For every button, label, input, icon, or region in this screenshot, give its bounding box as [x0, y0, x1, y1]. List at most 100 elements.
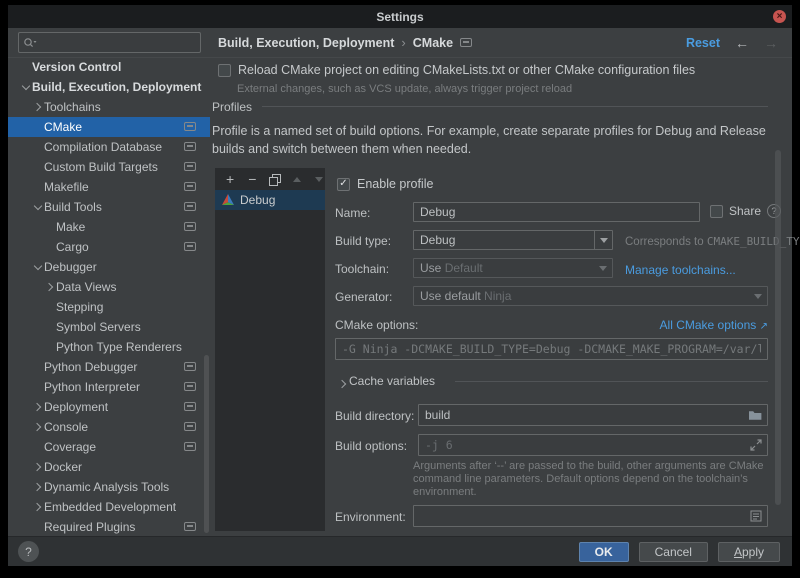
chevron-down-icon[interactable] [32, 197, 44, 217]
build-options-input[interactable] [419, 435, 750, 455]
external-link-icon: ↗ [760, 321, 768, 332]
breadcrumb-parent[interactable]: Build, Execution, Deployment [218, 36, 394, 50]
sidebar-item-label: Toolchains [44, 100, 101, 114]
generator-value: Ninja [484, 289, 511, 303]
sidebar-item-label: Embedded Development [44, 500, 176, 514]
cmake-options-label: CMake options: [335, 318, 418, 332]
sidebar-item-toolchains[interactable]: Toolchains [8, 97, 210, 117]
share-checkbox[interactable]: ✓ [710, 205, 723, 218]
chevron-spacer [32, 377, 44, 397]
search-icon [23, 37, 37, 49]
remove-profile-button[interactable]: − [246, 172, 258, 186]
sidebar-item-build-tools[interactable]: Build Tools [8, 197, 210, 217]
manage-toolchains-link[interactable]: Manage toolchains... [625, 263, 736, 277]
all-cmake-options-link[interactable]: All CMake options ↗ [660, 318, 768, 332]
sidebar-item-version-control[interactable]: Version Control [8, 57, 210, 77]
profiles-description: Profile is a named set of build options.… [212, 122, 778, 158]
name-label: Name: [335, 206, 370, 220]
sidebar-item-console[interactable]: Console [8, 417, 210, 437]
sidebar-item-label: Make [56, 220, 85, 234]
sidebar-item-python-debugger[interactable]: Python Debugger [8, 357, 210, 377]
profiles-panel: + − Debug [215, 168, 325, 531]
screen-icon [184, 182, 196, 191]
environment-variables-icon[interactable] [750, 510, 762, 522]
sidebar-item-label: Data Views [56, 280, 116, 294]
sidebar-item-label: Compilation Database [44, 140, 162, 154]
cache-variables-toggle[interactable]: Cache variables [337, 374, 435, 388]
chevron-down-icon[interactable] [32, 257, 44, 277]
build-type-label: Build type: [335, 234, 391, 248]
sidebar-item-build-execution-deployment[interactable]: Build, Execution, Deployment [8, 77, 210, 97]
sidebar-item-label: Dynamic Analysis Tools [44, 480, 169, 494]
build-directory-input[interactable] [419, 405, 748, 425]
sidebar-item-compilation-database[interactable]: Compilation Database [8, 137, 210, 157]
sidebar-scrollbar[interactable] [204, 355, 209, 533]
search-input[interactable] [39, 36, 196, 50]
sidebar-item-label: Deployment [44, 400, 108, 414]
sidebar-item-label: CMake [44, 120, 82, 134]
profile-list-item-debug[interactable]: Debug [215, 190, 325, 210]
chevron-down-icon[interactable] [20, 77, 32, 97]
sidebar-item-required-plugins[interactable]: Required Plugins [8, 517, 210, 536]
sidebar-item-coverage[interactable]: Coverage [8, 437, 210, 457]
chevron-right-icon[interactable] [32, 397, 44, 417]
chevron-right-icon[interactable] [32, 97, 44, 117]
toolchain-select[interactable]: Use Default [413, 258, 613, 278]
sidebar-item-embedded-development[interactable]: Embedded Development [8, 497, 210, 517]
environment-input[interactable] [414, 506, 750, 526]
sidebar-item-python-type-renderers[interactable]: Python Type Renderers [8, 337, 210, 357]
reset-button[interactable]: Reset [686, 36, 720, 50]
folder-icon[interactable] [748, 409, 762, 421]
chevron-spacer [44, 297, 56, 317]
generator-select[interactable]: Use default Ninja [413, 286, 768, 306]
forward-arrow-icon: → [764, 35, 778, 51]
sidebar-item-docker[interactable]: Docker [8, 457, 210, 477]
sidebar-item-custom-build-targets[interactable]: Custom Build Targets [8, 157, 210, 177]
apply-button[interactable]: Apply [718, 542, 780, 562]
sidebar-item-label: Makefile [44, 180, 89, 194]
sidebar-item-label: Required Plugins [44, 520, 135, 534]
cmake-build-type-code: CMAKE_BUILD_TYPE [707, 235, 800, 248]
sidebar-item-symbol-servers[interactable]: Symbol Servers [8, 317, 210, 337]
add-profile-button[interactable]: + [224, 172, 236, 186]
expand-icon[interactable] [750, 439, 762, 451]
chevron-spacer [44, 217, 56, 237]
arrow-down-icon [315, 177, 323, 182]
close-icon[interactable]: × [773, 10, 786, 23]
sidebar-item-cargo[interactable]: Cargo [8, 237, 210, 257]
profiles-toolbar: + − [215, 168, 325, 188]
reload-cmake-checkbox[interactable]: ✓ [218, 64, 231, 77]
sidebar-item-debugger[interactable]: Debugger [8, 257, 210, 277]
chevron-spacer [44, 237, 56, 257]
help-button[interactable]: ? [18, 541, 39, 562]
chevron-right-icon [337, 374, 349, 388]
screen-icon [184, 522, 196, 531]
chevron-right-icon[interactable] [32, 497, 44, 517]
enable-profile-checkbox[interactable]: ✓ [337, 178, 350, 191]
sidebar-item-stepping[interactable]: Stepping [8, 297, 210, 317]
cmake-options-input[interactable] [336, 339, 767, 359]
chevron-right-icon[interactable] [44, 277, 56, 297]
cancel-button[interactable]: Cancel [639, 542, 708, 562]
sidebar-item-label: Custom Build Targets [44, 160, 158, 174]
back-arrow-icon[interactable]: ← [735, 35, 749, 51]
sidebar-item-makefile[interactable]: Makefile [8, 177, 210, 197]
ok-button[interactable]: OK [579, 542, 629, 562]
copy-profile-button[interactable] [268, 172, 280, 186]
sidebar-item-data-views[interactable]: Data Views [8, 277, 210, 297]
chevron-spacer [32, 137, 44, 157]
chevron-right-icon[interactable] [32, 477, 44, 497]
name-input[interactable] [414, 203, 699, 221]
sidebar-item-make[interactable]: Make [8, 217, 210, 237]
build-type-select[interactable]: Debug [413, 230, 613, 250]
sidebar-item-dynamic-analysis-tools[interactable]: Dynamic Analysis Tools [8, 477, 210, 497]
chevron-right-icon[interactable] [32, 417, 44, 437]
main-scrollbar[interactable] [775, 150, 781, 505]
share-label: Share [729, 204, 761, 218]
settings-search[interactable] [18, 32, 201, 53]
sidebar-item-python-interpreter[interactable]: Python Interpreter [8, 377, 210, 397]
sidebar-item-cmake[interactable]: CMake [8, 117, 210, 137]
chevron-right-icon[interactable] [32, 457, 44, 477]
profiles-section-line [262, 106, 768, 107]
sidebar-item-deployment[interactable]: Deployment [8, 397, 210, 417]
